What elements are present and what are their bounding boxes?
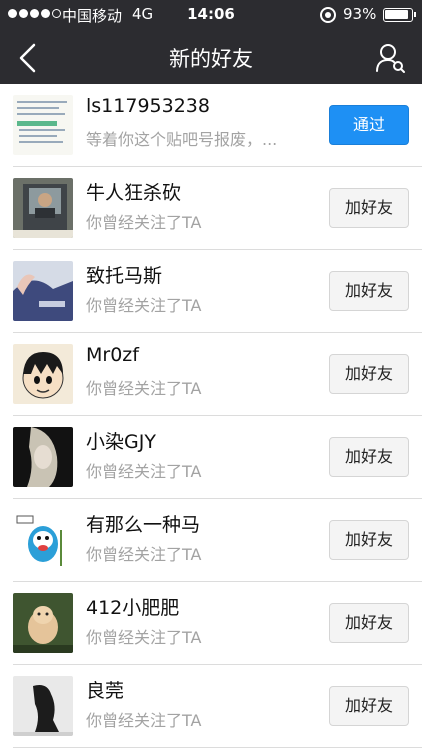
page-title: 新的好友 bbox=[169, 47, 253, 71]
request-message: 你曾经关注了TA bbox=[86, 711, 202, 730]
request-name: 致托马斯 bbox=[86, 265, 163, 287]
request-name: 良莞 bbox=[86, 680, 125, 702]
avatar bbox=[13, 427, 73, 487]
accept-button[interactable]: 通过 bbox=[329, 105, 409, 145]
avatar bbox=[13, 510, 73, 570]
avatar bbox=[13, 676, 73, 736]
divider bbox=[13, 747, 422, 748]
person-search-icon bbox=[376, 44, 405, 73]
request-name: 有那么一种马 bbox=[86, 514, 201, 536]
avatar bbox=[13, 593, 73, 653]
request-name: ls117953238 bbox=[86, 95, 210, 117]
friend-request-row[interactable]: 致托马斯 你曾经关注了TA 加好友 bbox=[0, 250, 422, 333]
request-name: Mr0zf bbox=[86, 344, 139, 366]
friend-request-row[interactable]: ls117953238 等着你这个贴吧号报废，... 通过 bbox=[0, 84, 422, 167]
request-message: 你曾经关注了TA bbox=[86, 545, 202, 564]
avatar bbox=[13, 261, 73, 321]
friend-request-row[interactable]: 有那么一种马 你曾经关注了TA 加好友 bbox=[0, 499, 422, 582]
friend-request-row[interactable]: Mr0zf 你曾经关注了TA 加好友 bbox=[0, 333, 422, 416]
friend-request-row[interactable]: 小染GJY 你曾经关注了TA 加好友 bbox=[0, 416, 422, 499]
avatar bbox=[13, 95, 73, 155]
add-friend-button[interactable]: 加好友 bbox=[329, 271, 409, 311]
battery-icon bbox=[383, 8, 416, 22]
request-message: 等着你这个贴吧号报废，... bbox=[86, 130, 278, 149]
battery-percent: 93% bbox=[343, 5, 377, 23]
request-name: 小染GJY bbox=[86, 431, 156, 453]
request-name: 412小肥肥 bbox=[86, 597, 180, 619]
add-friend-button[interactable]: 加好友 bbox=[329, 686, 409, 726]
add-friend-button[interactable]: 加好友 bbox=[329, 603, 409, 643]
request-message: 你曾经关注了TA bbox=[86, 462, 202, 481]
add-friend-button[interactable]: 加好友 bbox=[329, 188, 409, 228]
contacts-search-button[interactable] bbox=[372, 39, 412, 79]
avatar bbox=[13, 344, 73, 404]
friend-request-row[interactable]: 良莞 你曾经关注了TA 加好友 bbox=[0, 665, 422, 748]
navigation-bar: 新的好友 bbox=[0, 30, 422, 84]
avatar bbox=[13, 178, 73, 238]
friend-request-row[interactable]: 牛人狂杀砍 你曾经关注了TA 加好友 bbox=[0, 167, 422, 250]
rotation-lock-icon bbox=[320, 7, 336, 23]
request-message: 你曾经关注了TA bbox=[86, 296, 202, 315]
friend-request-row[interactable]: 412小肥肥 你曾经关注了TA 加好友 bbox=[0, 582, 422, 665]
request-name: 牛人狂杀砍 bbox=[86, 182, 182, 204]
status-bar: 中国移动 4G 14:06 93% bbox=[0, 0, 422, 30]
request-message: 你曾经关注了TA bbox=[86, 628, 202, 647]
add-friend-button[interactable]: 加好友 bbox=[329, 354, 409, 394]
request-message: 你曾经关注了TA bbox=[86, 379, 202, 398]
request-message: 你曾经关注了TA bbox=[86, 213, 202, 232]
add-friend-button[interactable]: 加好友 bbox=[329, 520, 409, 560]
add-friend-button[interactable]: 加好友 bbox=[329, 437, 409, 477]
top-bar: 中国移动 4G 14:06 93% 新的好友 bbox=[0, 0, 422, 84]
